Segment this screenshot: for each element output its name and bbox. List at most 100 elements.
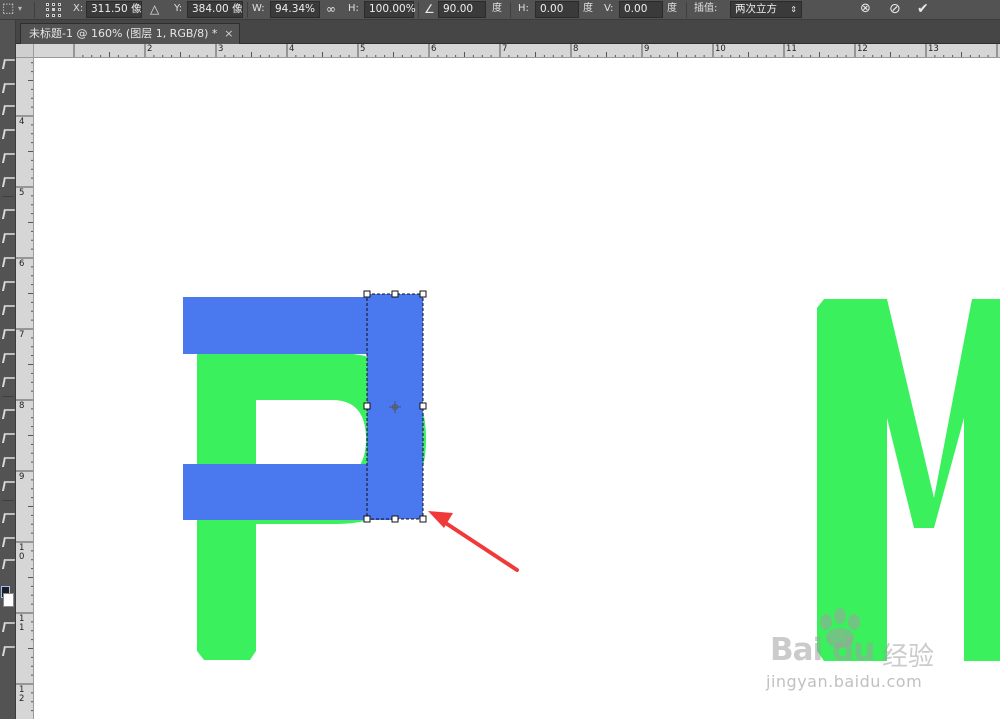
skew-vertical-input[interactable]: 0.00 [619, 1, 663, 18]
ruler-origin[interactable] [16, 44, 34, 58]
hand-tool-icon[interactable] [0, 507, 16, 527]
skew-horizontal-input[interactable]: 0.00 [535, 1, 579, 18]
type-tool-icon[interactable] [0, 427, 16, 447]
rectangle-tool-icon[interactable] [0, 475, 16, 495]
skew-v-unit: 度 [667, 3, 677, 14]
tools-panel [0, 20, 16, 719]
history-brush-tool-icon[interactable] [0, 275, 16, 295]
skew-h-label: H: [518, 3, 529, 14]
blue-bar-middle[interactable] [183, 464, 397, 520]
y-position-input[interactable]: 384.00 像 [187, 1, 243, 18]
transform-tool-icon[interactable]: ⬚ [2, 0, 14, 20]
height-percent-input[interactable]: 100.00% [364, 1, 416, 18]
vertical-ruler-label: 9 [19, 472, 25, 482]
delta-icon[interactable]: △ [150, 0, 159, 20]
eyedropper-tool-icon[interactable] [0, 171, 16, 191]
healing-brush-tool-icon[interactable] [0, 203, 16, 223]
commit-icon[interactable]: ✔ [917, 0, 929, 20]
horizontal-ruler-label: 13 [928, 44, 939, 54]
horizontal-ruler-ticks [73, 44, 998, 57]
transform-handle-top[interactable] [391, 290, 399, 298]
warp-icon[interactable]: ⊗ [860, 0, 871, 20]
vertical-ruler-label: 10 [19, 543, 25, 562]
horizontal-ruler-label: 7 [502, 44, 508, 54]
x-label: X: [73, 3, 84, 14]
angle-icon: ∠ [424, 2, 435, 16]
cancel-icon[interactable]: ⊘ [889, 0, 901, 20]
horizontal-ruler-label: 9 [644, 44, 650, 54]
angle-unit: 度 [492, 3, 502, 14]
transform-handle-left[interactable] [363, 402, 371, 410]
options-bar: ⬚ ▾ X: 311.50 像 △ Y: 384.00 像 W: 94.34% … [0, 0, 1000, 20]
reference-point-icon[interactable] [45, 2, 62, 18]
baidu-watermark: Bai du 经验 jingyan.baidu.com [764, 608, 964, 698]
screen-mode-icon[interactable] [0, 640, 16, 660]
zoom-tool-icon[interactable] [0, 531, 16, 551]
dodge-tool-icon[interactable] [0, 371, 16, 391]
pen-tool-icon[interactable] [0, 403, 16, 423]
transform-handle-bottom[interactable] [391, 515, 399, 523]
chevron-updown-icon: ⇕ [790, 5, 797, 14]
vertical-ruler-label: 6 [19, 259, 25, 269]
baidu-url-text: jingyan.baidu.com [766, 672, 923, 691]
tool-preset-dropdown-icon[interactable]: ▾ [18, 0, 22, 20]
width-percent-input[interactable]: 94.34% [270, 1, 320, 18]
horizontal-ruler-label: 6 [431, 44, 437, 54]
blue-bar-top[interactable] [183, 297, 397, 354]
interpolation-select[interactable]: 两次立方 ⇕ [730, 1, 802, 18]
horizontal-ruler-label: 11 [786, 44, 797, 54]
gradient-tool-icon[interactable] [0, 323, 16, 343]
transform-handle-bottom-left[interactable] [363, 515, 371, 523]
horizontal-ruler-label: 4 [289, 44, 295, 54]
x-position-input[interactable]: 311.50 像 [86, 1, 142, 18]
transform-handle-bottom-right[interactable] [419, 515, 427, 523]
eraser-tool-icon[interactable] [0, 299, 16, 319]
baidu-jingyan-text: 经验 [882, 642, 935, 672]
horizontal-ruler-label: 5 [360, 44, 366, 54]
letter-m-shape [817, 299, 1000, 661]
link-icon[interactable]: ∞ [326, 0, 336, 20]
swap-colors-icon[interactable] [0, 553, 16, 573]
background-color-swatch[interactable] [3, 593, 14, 607]
tab-close-icon[interactable]: × [224, 24, 233, 43]
blur-tool-icon[interactable] [0, 347, 16, 367]
vertical-ruler[interactable]: 4 5 6 7 8 9 10 11 12 [16, 58, 34, 719]
clone-stamp-tool-icon[interactable] [0, 251, 16, 271]
baidu-brand-text: Bai du [770, 632, 875, 668]
rotation-angle-input[interactable]: 90.00 [438, 1, 486, 18]
interpolation-label: 插值: [694, 3, 718, 14]
y-label: Y: [174, 3, 183, 14]
brush-tool-icon[interactable] [0, 227, 16, 247]
quick-mask-icon[interactable] [0, 616, 16, 636]
skew-v-label: V: [604, 3, 614, 14]
skew-h-unit: 度 [583, 3, 593, 14]
document-tab-bar: 未标题-1 @ 160% (图层 1, RGB/8) * × [16, 20, 1000, 44]
vertical-ruler-label: 11 [19, 614, 25, 633]
lasso-tool-icon[interactable] [0, 99, 16, 119]
horizontal-ruler-label: 10 [715, 44, 726, 54]
vertical-ruler-label: 5 [19, 188, 25, 198]
horizontal-ruler-label: 8 [573, 44, 579, 54]
quick-select-tool-icon[interactable] [0, 123, 16, 143]
horizontal-ruler-label: 2 [147, 44, 153, 54]
move-tool-icon[interactable] [0, 53, 16, 73]
vertical-ruler-label: 12 [19, 685, 25, 704]
document-tab[interactable]: 未标题-1 @ 160% (图层 1, RGB/8) * × [20, 23, 241, 44]
path-select-tool-icon[interactable] [0, 451, 16, 471]
transform-handle-right[interactable] [419, 402, 427, 410]
document-tab-title: 未标题-1 @ 160% (图层 1, RGB/8) * [29, 27, 218, 40]
horizontal-ruler-label: 3 [218, 44, 224, 54]
transform-handle-top-left[interactable] [363, 290, 371, 298]
red-arrow-annotation [428, 511, 519, 572]
marquee-tool-icon[interactable] [0, 77, 16, 97]
vertical-ruler-label: 7 [19, 330, 25, 340]
document-canvas[interactable]: Bai du 经验 jingyan.baidu.com [34, 58, 1000, 719]
transform-handle-top-right[interactable] [419, 290, 427, 298]
h-label: H: [348, 3, 359, 14]
w-label: W: [252, 3, 265, 14]
horizontal-ruler[interactable]: 234567891011121314 [34, 44, 1000, 58]
vertical-ruler-label: 4 [19, 117, 25, 127]
horizontal-ruler-label: 12 [857, 44, 868, 54]
vertical-ruler-label: 8 [19, 401, 25, 411]
crop-tool-icon[interactable] [0, 147, 16, 167]
